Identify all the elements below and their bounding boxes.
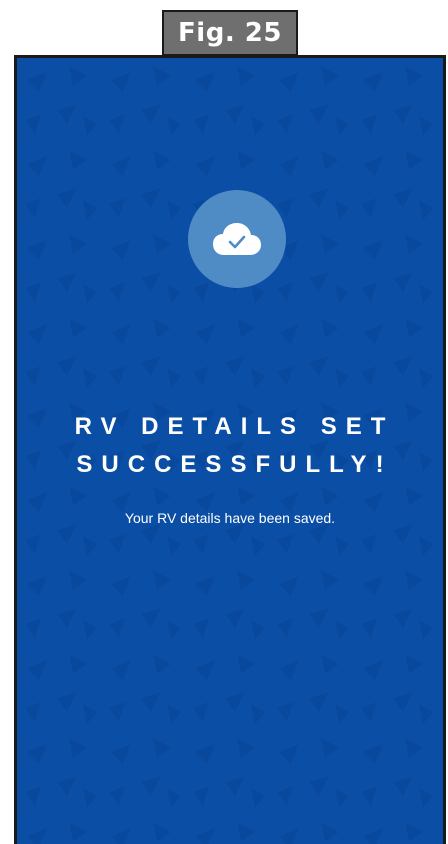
- success-icon-badge: [188, 190, 286, 288]
- headline-line-1: RV DETAILS SET: [74, 413, 395, 440]
- success-headline: RV DETAILS SET SUCCESSFULLY!: [17, 408, 443, 484]
- headline-line-2: SUCCESSFULLY!: [76, 451, 393, 478]
- figure-label: Fig. 25: [178, 18, 282, 48]
- figure-label-tab: Fig. 25: [162, 10, 298, 56]
- cloud-check-icon: [213, 223, 261, 255]
- page: Fig. 25 RV DETAILS SET SUCCESSFULLY! You…: [0, 0, 448, 844]
- success-message: Your RV details have been saved.: [124, 510, 336, 526]
- success-screen: RV DETAILS SET SUCCESSFULLY! Your RV det…: [14, 55, 446, 844]
